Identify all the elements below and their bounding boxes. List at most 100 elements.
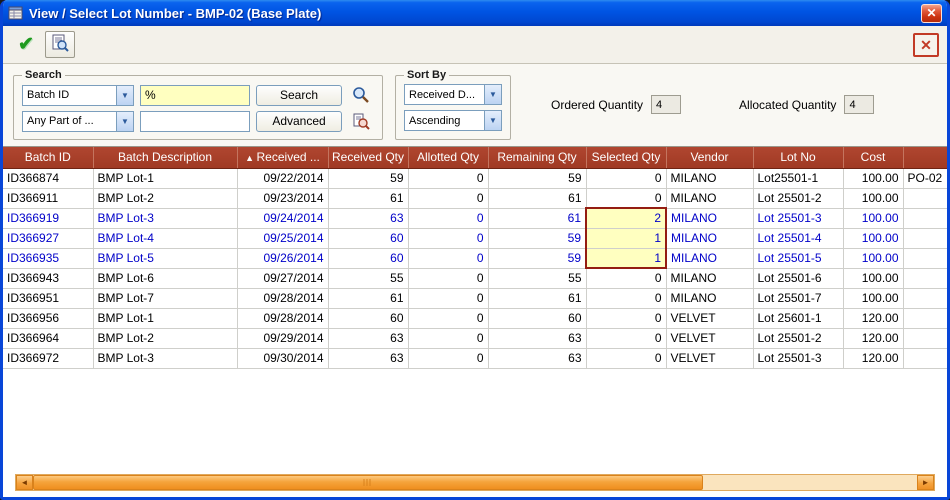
cell[interactable]: 0 <box>408 308 488 328</box>
chevron-down-icon[interactable]: ▼ <box>484 111 501 130</box>
cell[interactable]: BMP Lot-7 <box>93 288 237 308</box>
selected-qty-cell[interactable]: 0 <box>586 168 666 188</box>
search-button[interactable]: Search <box>256 85 342 106</box>
cell[interactable]: 59 <box>488 168 586 188</box>
column-header[interactable]: Remaining Qty <box>488 147 586 168</box>
cell[interactable]: BMP Lot-3 <box>93 348 237 368</box>
cell[interactable]: 0 <box>408 328 488 348</box>
cell[interactable]: 0 <box>408 268 488 288</box>
cell[interactable]: 100.00 <box>843 268 903 288</box>
cell[interactable]: BMP Lot-3 <box>93 208 237 228</box>
cell[interactable]: 09/28/2014 <box>237 288 328 308</box>
cell[interactable]: BMP Lot-2 <box>93 188 237 208</box>
cell[interactable]: 09/22/2014 <box>237 168 328 188</box>
cell[interactable]: Lot 25501-3 <box>753 208 843 228</box>
cell[interactable]: 09/30/2014 <box>237 348 328 368</box>
cell[interactable]: 120.00 <box>843 348 903 368</box>
table-row[interactable]: ID366911BMP Lot-209/23/2014610610MILANOL… <box>3 188 947 208</box>
cell[interactable]: 61 <box>328 188 408 208</box>
cell[interactable] <box>903 188 947 208</box>
cell[interactable]: Lot 25501-4 <box>753 228 843 248</box>
selected-qty-cell[interactable]: 0 <box>586 348 666 368</box>
cell[interactable]: 55 <box>328 268 408 288</box>
cell[interactable]: Lot 25501-2 <box>753 328 843 348</box>
cell[interactable]: 63 <box>328 348 408 368</box>
cell[interactable]: BMP Lot-4 <box>93 228 237 248</box>
cell[interactable]: VELVET <box>666 328 753 348</box>
cell[interactable]: Lot 25501-5 <box>753 248 843 268</box>
cell[interactable]: PO-02 <box>903 168 947 188</box>
selected-qty-cell[interactable]: 1 <box>586 248 666 268</box>
cell[interactable]: 0 <box>408 188 488 208</box>
cell[interactable]: 0 <box>408 288 488 308</box>
cell[interactable]: ID366911 <box>3 188 93 208</box>
cell[interactable]: Lot 25601-1 <box>753 308 843 328</box>
cell[interactable]: 61 <box>488 208 586 228</box>
cell[interactable]: 55 <box>488 268 586 288</box>
cell[interactable] <box>903 308 947 328</box>
advanced-button[interactable]: Advanced <box>256 111 342 132</box>
column-header[interactable]: Batch ID <box>3 147 93 168</box>
cell[interactable]: MILANO <box>666 248 753 268</box>
advanced-filter-button[interactable] <box>348 110 374 132</box>
cell[interactable]: ID366951 <box>3 288 93 308</box>
cell[interactable]: 09/26/2014 <box>237 248 328 268</box>
cell[interactable]: 100.00 <box>843 168 903 188</box>
cell[interactable] <box>903 348 947 368</box>
table-row[interactable]: ID366927BMP Lot-409/25/2014600591MILANOL… <box>3 228 947 248</box>
column-header[interactable]: Vendor <box>666 147 753 168</box>
cell[interactable]: 0 <box>408 248 488 268</box>
cell[interactable]: 59 <box>488 228 586 248</box>
chevron-down-icon[interactable]: ▼ <box>116 112 133 131</box>
cell[interactable]: Lot 25501-2 <box>753 188 843 208</box>
scroll-left-button[interactable]: ◄ <box>16 475 33 490</box>
cell[interactable]: 120.00 <box>843 308 903 328</box>
table-row[interactable]: ID366964BMP Lot-209/29/2014630630VELVETL… <box>3 328 947 348</box>
cell[interactable]: BMP Lot-1 <box>93 308 237 328</box>
cell[interactable]: MILANO <box>666 228 753 248</box>
column-header[interactable]: Received Qty <box>328 147 408 168</box>
selected-qty-cell[interactable]: 2 <box>586 208 666 228</box>
column-header[interactable]: Batch Description <box>93 147 237 168</box>
cell[interactable]: 63 <box>328 328 408 348</box>
cell[interactable]: MILANO <box>666 288 753 308</box>
cell[interactable]: 0 <box>408 208 488 228</box>
scroll-right-button[interactable]: ► <box>917 475 934 490</box>
table-row[interactable]: ID366972BMP Lot-309/30/2014630630VELVETL… <box>3 348 947 368</box>
cell[interactable]: 59 <box>488 248 586 268</box>
cell[interactable]: 09/25/2014 <box>237 228 328 248</box>
sort-order-combo[interactable]: Ascending ▼ <box>404 110 502 131</box>
selected-qty-cell[interactable]: 0 <box>586 308 666 328</box>
table-row[interactable]: ID366935BMP Lot-509/26/2014600591MILANOL… <box>3 248 947 268</box>
table-row[interactable]: ID366919BMP Lot-309/24/2014630612MILANOL… <box>3 208 947 228</box>
cell[interactable]: BMP Lot-5 <box>93 248 237 268</box>
cell[interactable] <box>903 288 947 308</box>
column-header[interactable]: Selected Qty <box>586 147 666 168</box>
cell[interactable]: 09/27/2014 <box>237 268 328 288</box>
column-header[interactable]: Lot No <box>753 147 843 168</box>
cell[interactable]: 120.00 <box>843 328 903 348</box>
table-row[interactable]: ID366956BMP Lot-109/28/2014600600VELVETL… <box>3 308 947 328</box>
print-preview-button[interactable] <box>45 31 75 58</box>
cell[interactable]: Lot25501-1 <box>753 168 843 188</box>
cell[interactable] <box>903 268 947 288</box>
cell[interactable]: 0 <box>408 228 488 248</box>
cell[interactable]: MILANO <box>666 168 753 188</box>
cell[interactable]: 60 <box>488 308 586 328</box>
scrollbar-thumb[interactable] <box>33 475 703 490</box>
selected-qty-cell[interactable]: 0 <box>586 288 666 308</box>
search-match-combo[interactable]: Any Part of ... ▼ <box>22 111 134 132</box>
cell[interactable]: 63 <box>488 348 586 368</box>
cell[interactable]: 100.00 <box>843 188 903 208</box>
column-header[interactable]: Cost <box>843 147 903 168</box>
cell[interactable]: 63 <box>488 328 586 348</box>
cell[interactable]: 0 <box>408 168 488 188</box>
cell[interactable]: ID366972 <box>3 348 93 368</box>
cell[interactable]: 61 <box>328 288 408 308</box>
table-row[interactable]: ID366874BMP Lot-109/22/2014590590MILANOL… <box>3 168 947 188</box>
cell[interactable]: 100.00 <box>843 228 903 248</box>
cell[interactable]: ID366935 <box>3 248 93 268</box>
table-row[interactable]: ID366943BMP Lot-609/27/2014550550MILANOL… <box>3 268 947 288</box>
sort-field-combo[interactable]: Received D... ▼ <box>404 84 502 105</box>
cell[interactable]: BMP Lot-6 <box>93 268 237 288</box>
